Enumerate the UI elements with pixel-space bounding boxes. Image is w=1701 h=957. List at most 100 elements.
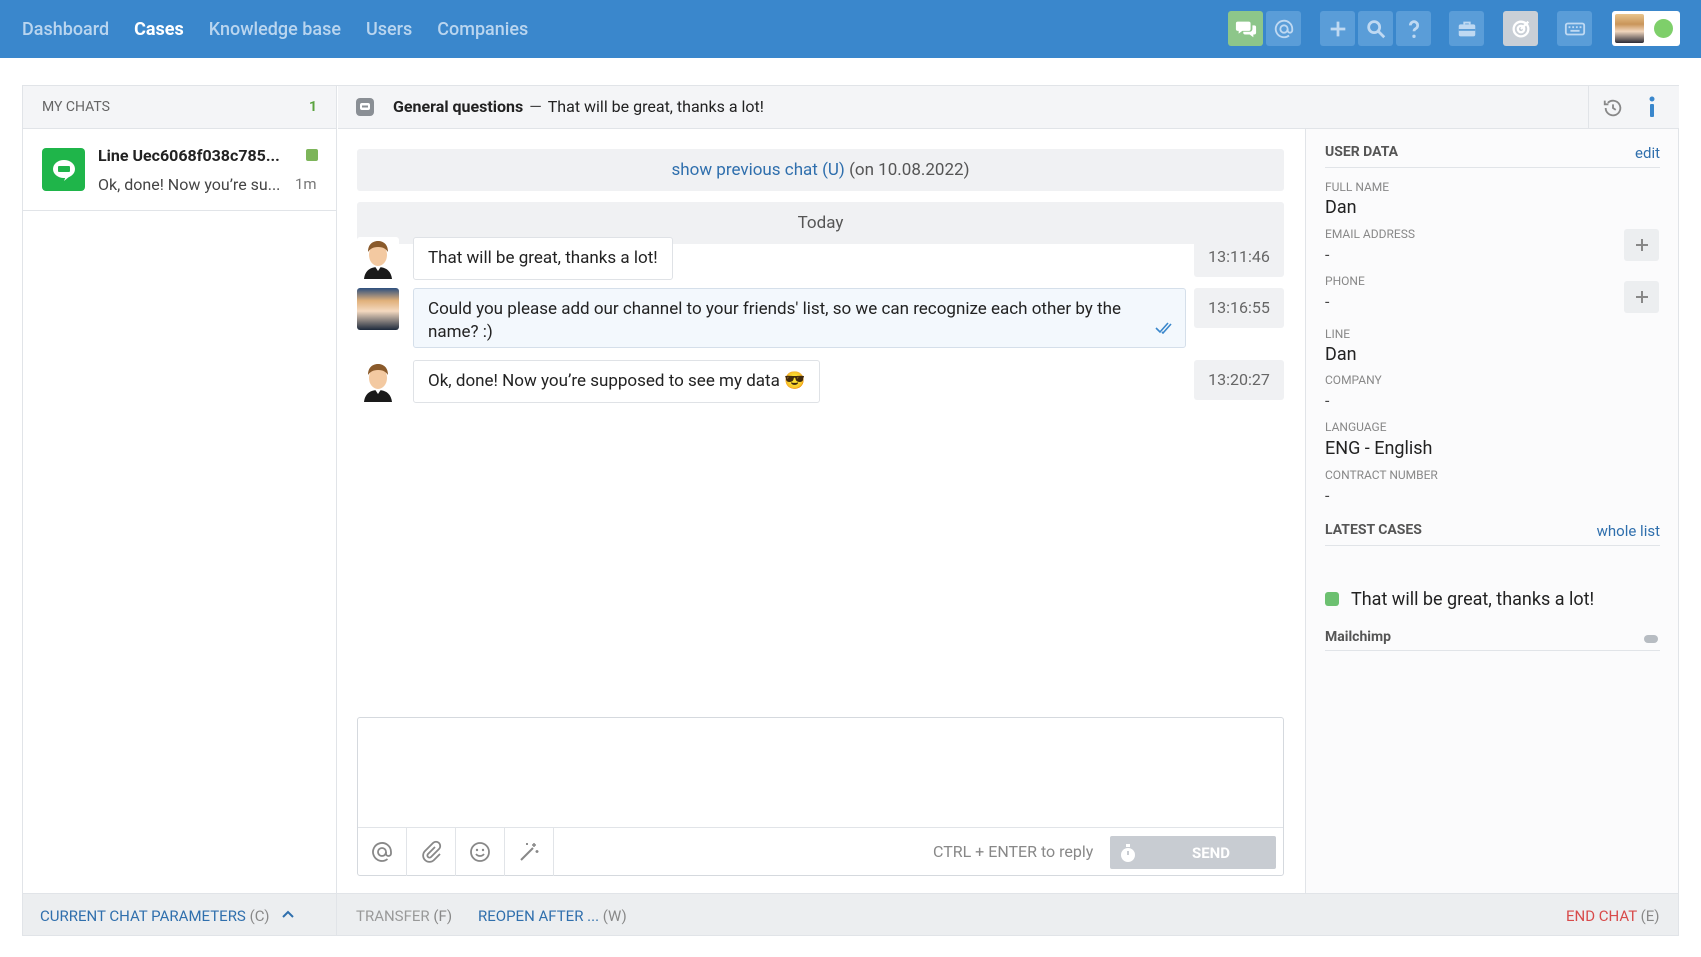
latest-case-title: That will be great, thanks a lot! <box>1351 589 1595 610</box>
user-data-title: USER DATA <box>1325 144 1399 160</box>
briefcase-icon <box>1458 21 1475 36</box>
online-status-indicator <box>1654 19 1673 38</box>
chat-parameters-label: CURRENT CHAT PARAMETERS <box>40 907 246 925</box>
reopen-after-label: REOPEN AFTER ... <box>478 907 600 925</box>
chats-title: MY CHATS <box>42 99 110 115</box>
mailchimp-section: Mailchimp <box>1325 629 1660 651</box>
edit-user-link[interactable]: edit <box>1635 144 1660 162</box>
main-nav: Dashboard Cases Knowledge base Users Com… <box>22 0 528 58</box>
mailchimp-toggle[interactable] <box>1644 635 1658 643</box>
latest-case-item[interactable]: That will be great, thanks a lot! <box>1325 589 1594 610</box>
latest-cases-title: LATEST CASES <box>1325 522 1422 538</box>
field-label: LINE <box>1325 327 1351 341</box>
end-chat-label: END CHAT <box>1566 907 1637 925</box>
chat-status-square <box>306 149 318 161</box>
help-icon <box>1408 19 1419 38</box>
company-value: - <box>1325 391 1330 410</box>
field-label: COMPANY <box>1325 373 1382 387</box>
attach-button[interactable] <box>407 828 456 876</box>
conversation-title: General questions — That will be great, th… <box>393 97 764 116</box>
keyboard-button[interactable] <box>1557 11 1592 46</box>
line-value: Dan <box>1325 344 1357 365</box>
keyboard-icon <box>1564 22 1585 35</box>
mentions-button[interactable] <box>1266 11 1301 46</box>
case-channel-icon <box>1325 592 1339 606</box>
info-icon[interactable] <box>1641 95 1663 119</box>
message-time: 13:20:27 <box>1194 360 1284 400</box>
avatar <box>1615 14 1644 43</box>
customer-avatar <box>357 360 399 402</box>
nav-cases[interactable]: Cases <box>134 19 184 40</box>
end-chat-button[interactable]: END CHAT (E) <box>1566 907 1660 925</box>
shortcut-hint: (C) <box>249 907 270 925</box>
transfer-button[interactable]: TRANSFER (F) <box>356 907 452 925</box>
goals-button[interactable] <box>1503 11 1538 46</box>
send-button[interactable]: SEND <box>1146 836 1276 869</box>
history-icon[interactable] <box>1602 97 1624 119</box>
email-value: - <box>1325 245 1330 264</box>
help-button[interactable] <box>1396 11 1431 46</box>
nav-dashboard[interactable]: Dashboard <box>22 19 109 40</box>
profile-button[interactable] <box>1612 11 1680 46</box>
transfer-label: TRANSFER <box>356 907 430 925</box>
nav-users[interactable]: Users <box>366 19 412 40</box>
search-button[interactable] <box>1358 11 1393 46</box>
whole-list-link[interactable]: whole list <box>1597 522 1660 540</box>
magic-button[interactable] <box>505 828 554 876</box>
conversation-topic: General questions <box>393 97 524 116</box>
chat-parameters-button[interactable]: CURRENT CHAT PARAMETERS (C) <box>40 907 270 925</box>
title-separator: — <box>529 97 542 116</box>
shortcut-hint: (F) <box>433 907 453 925</box>
reply-composer: CTRL + ENTER to reply SEND <box>357 717 1284 876</box>
show-previous-chat-link[interactable]: show previous chat (U) <box>671 160 844 180</box>
phone-value: - <box>1325 292 1330 311</box>
full-name-value: Dan <box>1325 197 1357 218</box>
message-bubble: Could you please add our channel to your… <box>413 288 1186 348</box>
chat-params-section: CURRENT CHAT PARAMETERS (C) <box>23 894 337 936</box>
add-phone-button[interactable] <box>1624 281 1659 313</box>
field-label: PHONE <box>1325 274 1365 288</box>
previous-chat-date: (on 10.08.2022) <box>849 160 970 180</box>
workspace-button[interactable] <box>1449 11 1484 46</box>
stopwatch-icon <box>1121 843 1135 862</box>
create-button[interactable] <box>1320 11 1355 46</box>
show-previous-chat-bar: show previous chat (U) (on 10.08.2022) <box>357 149 1284 191</box>
mention-button[interactable] <box>358 828 407 876</box>
user-data-panel: USER DATA edit FULL NAME Dan EMAIL ADDRE… <box>1305 129 1678 893</box>
line-channel-icon <box>42 148 85 191</box>
search-icon <box>1366 19 1385 38</box>
reply-textarea[interactable] <box>358 718 1283 826</box>
plus-icon <box>1635 291 1648 303</box>
plus-icon <box>1635 239 1648 251</box>
nav-companies[interactable]: Companies <box>437 19 528 40</box>
add-email-button[interactable] <box>1624 229 1659 261</box>
chat-list-item[interactable]: Line Uec6068f038c785... Ok, done! Now yo… <box>23 129 336 211</box>
reopen-after-button[interactable]: REOPEN AFTER ... (W) <box>478 907 627 925</box>
chats-count: 1 <box>308 99 317 115</box>
shortcut-hint: (E) <box>1640 907 1660 925</box>
chat-icon <box>1235 21 1256 37</box>
conversation-panel: General questions — That will be great, th… <box>338 86 1679 893</box>
smile-icon <box>470 842 490 862</box>
composer-toolbar: CTRL + ENTER to reply SEND <box>358 827 1283 876</box>
field-label: CONTRACT NUMBER <box>1325 468 1438 482</box>
field-label: EMAIL ADDRESS <box>1325 227 1415 241</box>
message-time: 13:16:55 <box>1194 288 1284 328</box>
emoji-button[interactable] <box>456 828 505 876</box>
message-bubble: That will be great, thanks a lot! <box>413 237 673 280</box>
read-checkmarks-icon <box>1155 322 1172 334</box>
at-icon <box>1274 19 1293 38</box>
chats-panel: MY CHATS 1 Line Uec6068f038c785... Ok, d… <box>23 86 337 893</box>
nav-knowledge-base[interactable]: Knowledge base <box>209 19 341 40</box>
delayed-send-button[interactable] <box>1110 836 1146 869</box>
message-bubble: Ok, done! Now you’re supposed to see my … <box>413 360 821 403</box>
chats-button[interactable] <box>1228 11 1263 46</box>
chevron-up-icon[interactable] <box>282 910 294 918</box>
customer-avatar <box>357 237 399 279</box>
latest-cases-header: LATEST CASES whole list <box>1325 522 1660 546</box>
paperclip-icon <box>422 840 442 863</box>
conversation-header: General questions — That will be great, th… <box>338 86 1679 129</box>
shortcut-hint: (W) <box>602 907 627 925</box>
reply-hint: CTRL + ENTER to reply <box>933 842 1094 861</box>
top-navbar: Dashboard Cases Knowledge base Users Com… <box>0 0 1701 58</box>
